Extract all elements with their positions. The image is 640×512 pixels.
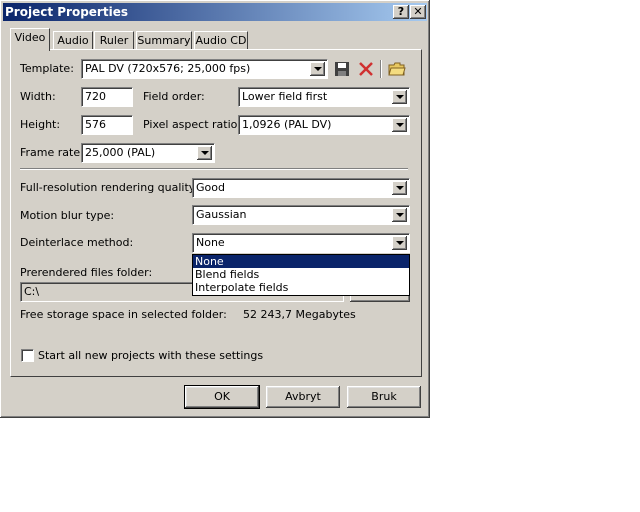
- template-select[interactable]: PAL DV (720x576; 25,000 fps): [81, 59, 328, 79]
- chevron-down-icon[interactable]: [392, 118, 407, 132]
- chevron-down-icon[interactable]: [392, 208, 407, 222]
- window-title: Project Properties: [5, 5, 128, 19]
- tab-summary[interactable]: Summary: [136, 31, 192, 50]
- ok-button[interactable]: OK: [184, 385, 260, 409]
- deinterlace-label: Deinterlace method:: [20, 236, 134, 249]
- deinterlace-value: None: [196, 236, 225, 249]
- render-quality-label: Full-resolution rendering quality:: [20, 181, 199, 194]
- chevron-down-icon[interactable]: [310, 62, 325, 76]
- motion-blur-value: Gaussian: [196, 208, 247, 221]
- close-icon: ✕: [413, 5, 423, 18]
- prerendered-folder-value: C:\: [24, 285, 40, 298]
- deinterlace-select[interactable]: None: [192, 233, 410, 253]
- tab-video[interactable]: Video: [10, 28, 50, 51]
- tab-audio-cd[interactable]: Audio CD: [194, 31, 248, 50]
- frame-rate-label: Frame rate:: [20, 146, 84, 159]
- width-label: Width:: [20, 90, 56, 103]
- toolbar-separator: [380, 60, 382, 78]
- motion-blur-label: Motion blur type:: [20, 209, 115, 222]
- chevron-down-icon[interactable]: [197, 146, 212, 160]
- tab-label: Video: [14, 31, 46, 44]
- folder-icon: [388, 62, 406, 76]
- height-value: 576: [85, 118, 106, 131]
- pixel-aspect-label: Pixel aspect ratio:: [143, 118, 242, 131]
- cancel-button[interactable]: Avbryt: [266, 386, 340, 408]
- dropdown-option-blend-fields[interactable]: Blend fields: [193, 268, 409, 281]
- tab-label: Audio CD: [195, 34, 247, 47]
- tab-label: Audio: [57, 34, 89, 47]
- pixel-aspect-value: 1,0926 (PAL DV): [242, 118, 332, 131]
- free-space-value: 52 243,7 Megabytes: [243, 308, 356, 321]
- template-value: PAL DV (720x576; 25,000 fps): [85, 62, 251, 75]
- frame-rate-value: 25,000 (PAL): [85, 146, 156, 159]
- render-quality-select[interactable]: Good: [192, 178, 410, 198]
- title-bar: Project Properties ? ✕: [3, 3, 427, 21]
- section-divider: [20, 168, 408, 170]
- chevron-down-icon[interactable]: [392, 90, 407, 104]
- chevron-down-icon[interactable]: [392, 181, 407, 195]
- chevron-down-icon[interactable]: [392, 236, 407, 250]
- width-value: 720: [85, 90, 106, 103]
- prerendered-folder-label: Prerendered files folder:: [20, 266, 153, 279]
- save-template-button[interactable]: [333, 60, 351, 78]
- field-order-label: Field order:: [143, 90, 205, 103]
- width-input[interactable]: 720: [81, 87, 133, 107]
- tab-ruler[interactable]: Ruler: [94, 31, 134, 50]
- delete-template-button[interactable]: [357, 60, 375, 78]
- red-x-icon: [359, 62, 373, 76]
- tab-label: Ruler: [99, 34, 129, 47]
- frame-rate-select[interactable]: 25,000 (PAL): [81, 143, 215, 163]
- dropdown-option-interpolate-fields[interactable]: Interpolate fields: [193, 281, 409, 294]
- start-all-checkbox[interactable]: [21, 349, 34, 362]
- render-quality-value: Good: [196, 181, 225, 194]
- project-properties-dialog: Project Properties ? ✕ Video Audio Ruler…: [0, 0, 430, 418]
- start-all-label[interactable]: Start all new projects with these settin…: [38, 349, 263, 363]
- height-label: Height:: [20, 118, 61, 131]
- deinterlace-dropdown-list[interactable]: None Blend fields Interpolate fields: [192, 254, 410, 296]
- free-space-label: Free storage space in selected folder:: [20, 308, 227, 321]
- tab-label: Summary: [137, 34, 191, 47]
- template-label: Template:: [20, 62, 74, 75]
- browse-folder-button[interactable]: [388, 60, 406, 78]
- field-order-value: Lower field first: [242, 90, 328, 103]
- help-button[interactable]: ?: [393, 5, 409, 19]
- apply-button[interactable]: Bruk: [347, 386, 421, 408]
- motion-blur-select[interactable]: Gaussian: [192, 205, 410, 225]
- field-order-select[interactable]: Lower field first: [238, 87, 410, 107]
- tab-audio[interactable]: Audio: [53, 31, 93, 50]
- close-button[interactable]: ✕: [410, 5, 426, 19]
- pixel-aspect-select[interactable]: 1,0926 (PAL DV): [238, 115, 410, 135]
- height-input[interactable]: 576: [81, 115, 133, 135]
- help-icon: ?: [397, 5, 405, 18]
- dropdown-option-none[interactable]: None: [193, 255, 409, 268]
